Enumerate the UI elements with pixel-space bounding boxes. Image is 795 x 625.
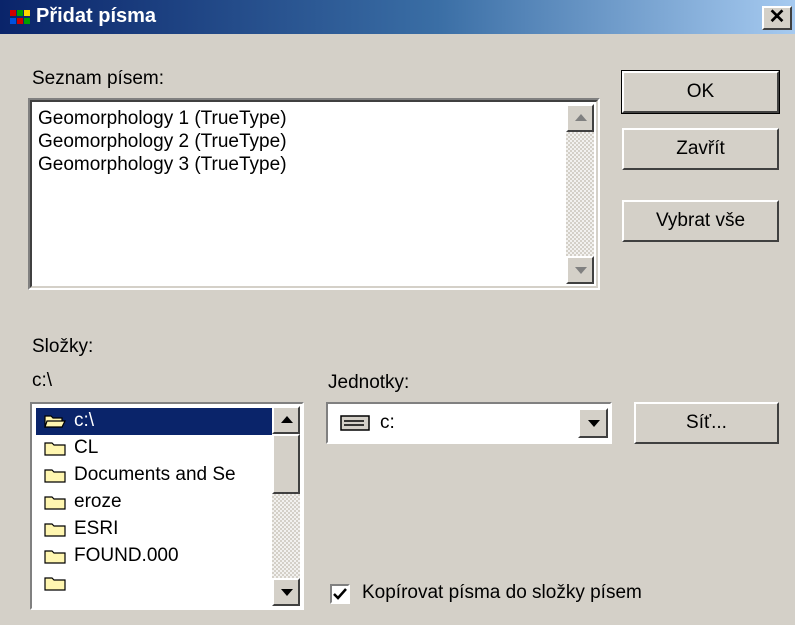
folder-item-label: FOUND.000 <box>74 545 179 566</box>
font-list-item[interactable]: Geomorphology 3 (TrueType) <box>38 154 287 176</box>
folder-item[interactable]: ESRI <box>36 516 272 543</box>
network-button[interactable]: Síť... <box>634 402 779 444</box>
drive-select[interactable]: c: <box>326 402 612 444</box>
folder-item[interactable]: CL <box>36 435 272 462</box>
scroll-thumb[interactable] <box>272 434 300 494</box>
copy-fonts-label[interactable]: Kopírovat písma do složky písem <box>362 582 642 604</box>
open-folder-icon <box>44 415 66 428</box>
title-bar[interactable]: Přidat písma ✕ <box>0 0 795 34</box>
font-list-scrollbar[interactable] <box>566 104 594 284</box>
arrow-down-icon <box>281 589 293 596</box>
folder-item-partial[interactable] <box>36 570 272 597</box>
folder-icon <box>44 496 66 510</box>
font-list-item[interactable]: Geomorphology 2 (TrueType) <box>38 131 287 153</box>
scroll-up-button[interactable] <box>272 406 300 434</box>
close-button[interactable]: Zavřít <box>622 128 779 170</box>
window-title: Přidat písma <box>36 5 157 27</box>
font-list[interactable]: Geomorphology 1 (TrueType) Geomorphology… <box>28 98 600 290</box>
current-path: c:\ <box>32 370 53 391</box>
ok-button[interactable]: OK <box>621 70 780 114</box>
folder-item-label: Documents and Se <box>74 464 236 485</box>
fonts-app-icon <box>10 10 30 24</box>
scroll-up-button[interactable] <box>566 104 594 132</box>
hard-drive-icon <box>340 415 370 431</box>
folder-icon <box>44 442 66 456</box>
font-list-item[interactable]: Geomorphology 1 (TrueType) <box>38 108 287 130</box>
folder-list-scrollbar[interactable] <box>272 406 300 606</box>
scroll-down-button[interactable] <box>566 256 594 284</box>
folder-icon <box>44 469 66 483</box>
folder-item-label: eroze <box>74 491 122 512</box>
folder-item[interactable]: FOUND.000 <box>36 543 272 570</box>
folder-list[interactable]: c:\ CL Documents and Se eroze ESRI FOUND… <box>30 402 304 610</box>
close-icon[interactable]: ✕ <box>762 6 792 30</box>
chevron-down-icon <box>588 420 600 427</box>
dropdown-button[interactable] <box>578 408 608 438</box>
drives-label: Jednotky: <box>328 372 410 393</box>
folder-icon <box>44 550 66 564</box>
folder-item[interactable]: c:\ <box>36 408 272 435</box>
folder-item-label: CL <box>74 437 99 458</box>
scroll-down-button[interactable] <box>272 578 300 606</box>
folder-item-label: c:\ <box>74 410 95 431</box>
font-list-label: Seznam písem: <box>32 68 164 89</box>
drive-select-value: c: <box>380 412 395 433</box>
arrow-up-icon <box>281 416 293 423</box>
checkmark-icon <box>333 588 347 600</box>
copy-fonts-checkbox[interactable] <box>330 584 350 604</box>
folders-label: Složky: <box>32 336 94 357</box>
folder-icon <box>44 577 66 591</box>
arrow-down-icon <box>575 267 587 274</box>
folder-icon <box>44 523 66 537</box>
select-all-button[interactable]: Vybrat vše <box>622 200 779 242</box>
folder-item-label: ESRI <box>74 518 119 539</box>
folder-item[interactable]: Documents and Se <box>36 462 272 489</box>
folder-item[interactable]: eroze <box>36 489 272 516</box>
arrow-up-icon <box>575 114 587 121</box>
